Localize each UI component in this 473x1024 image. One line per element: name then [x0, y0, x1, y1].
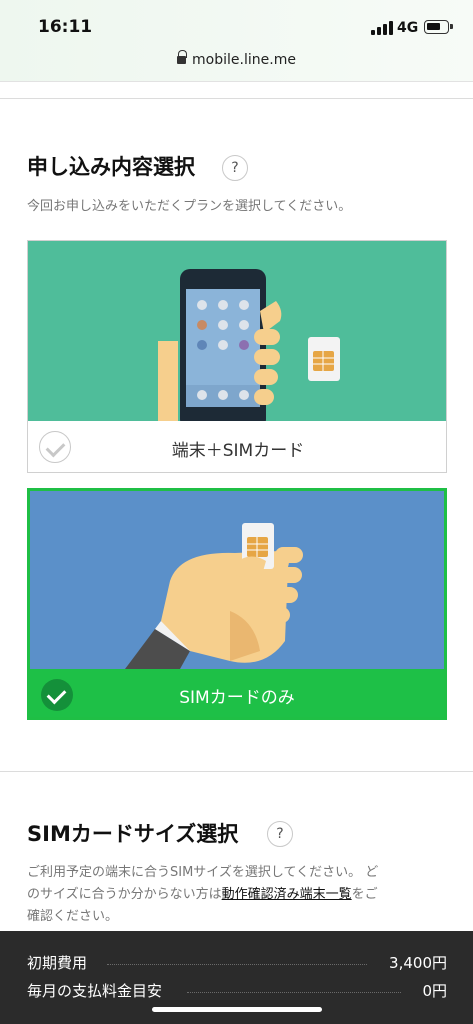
url-display[interactable]: mobile.line.me: [0, 50, 473, 68]
option-label-bar[interactable]: 端末＋SIMカード: [28, 421, 446, 472]
initial-fee-value: 3,400円: [389, 954, 447, 972]
section-divider: [0, 771, 473, 772]
dotted-leader: [107, 964, 367, 965]
sim-size-help-button[interactable]: ?: [267, 821, 293, 847]
description-text: のサイズに合うか分からない方は: [27, 887, 222, 902]
plan-section-title: 申し込み内容選択: [27, 155, 195, 179]
sim-only-illustration: [30, 491, 444, 669]
option-device-sim[interactable]: 端末＋SIMカード: [27, 240, 447, 473]
signal-icon: [371, 21, 393, 35]
status-time: 16:11: [38, 17, 93, 37]
url-text: mobile.line.me: [192, 52, 296, 68]
lock-icon: [177, 50, 188, 65]
device-sim-illustration: [28, 241, 446, 421]
sim-size-section-title: SIMカードサイズ選択: [27, 822, 239, 846]
home-indicator[interactable]: [152, 1007, 322, 1012]
network-type: 4G: [397, 20, 419, 36]
monthly-fee-value: 0円: [422, 982, 447, 1000]
status-bar: 16:11 4G: [0, 0, 473, 46]
description-line: 確認ください。: [27, 909, 119, 924]
description-text: をご: [351, 887, 378, 902]
initial-fee-row: 初期費用 3,400円: [27, 952, 447, 976]
browser-url-bar[interactable]: mobile.line.me: [0, 46, 473, 82]
description-line: ご利用予定の端末に合うSIMサイズを選択してください。 ど: [27, 865, 379, 880]
monthly-fee-label: 毎月の支払料金目安: [27, 982, 163, 1000]
monthly-fee-row: 毎月の支払料金目安 0円: [27, 980, 447, 1004]
option-label-bar[interactable]: SIMカードのみ: [30, 669, 444, 717]
section-divider: [0, 98, 473, 99]
option-sim-only[interactable]: SIMカードのみ: [27, 488, 447, 720]
plan-section-description: 今回お申し込みをいただくプランを選択してください。: [27, 199, 352, 214]
option-label: 端末＋SIMカード: [171, 441, 305, 461]
option-label: SIMカードのみ: [179, 688, 295, 708]
sim-size-description: ご利用予定の端末に合うSIMサイズを選択してください。 ど のサイズに合うか分か…: [27, 862, 447, 928]
hand-holding-sim-illustration: [125, 523, 303, 669]
initial-fee-label: 初期費用: [27, 954, 88, 972]
supported-devices-link[interactable]: 動作確認済み端末一覧: [222, 887, 352, 902]
plan-help-button[interactable]: ?: [222, 155, 248, 181]
dotted-leader: [187, 992, 401, 993]
battery-icon: [424, 20, 453, 34]
description-line: のサイズに合うか分からない方は動作確認済み端末一覧をご: [27, 884, 447, 906]
smartphone-illustration: [158, 269, 340, 421]
